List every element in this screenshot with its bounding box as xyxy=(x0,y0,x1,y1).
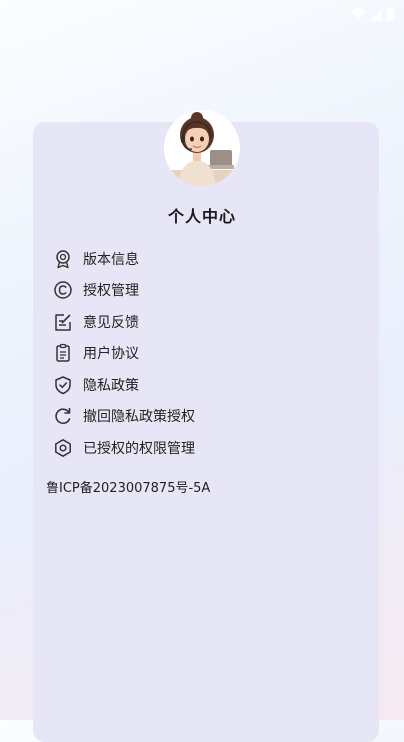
menu-item-label: 隐私政策 xyxy=(83,377,139,394)
menu-item-user-agreement[interactable]: 用户协议 xyxy=(53,338,195,370)
menu-item-privacy-policy[interactable]: 隐私政策 xyxy=(53,369,195,401)
signal-icon xyxy=(370,8,382,21)
settings-menu: 版本信息 授权管理 意见反馈 用户协议 隐私政策 撤回隐私政策授权 已授权的权限… xyxy=(53,243,195,464)
menu-item-permissions[interactable]: 已授权的权限管理 xyxy=(53,432,195,464)
menu-item-label: 用户协议 xyxy=(83,346,139,363)
menu-item-authorization[interactable]: 授权管理 xyxy=(53,275,195,307)
menu-item-label: 意见反馈 xyxy=(83,314,139,331)
menu-item-label: 版本信息 xyxy=(83,251,139,268)
status-icons xyxy=(350,8,394,21)
menu-item-revoke-privacy[interactable]: 撤回隐私政策授权 xyxy=(53,401,195,433)
clipboard-icon xyxy=(53,343,73,363)
copyright-icon xyxy=(53,280,73,300)
battery-icon xyxy=(386,8,394,21)
badge-icon xyxy=(53,249,73,269)
menu-item-label: 已授权的权限管理 xyxy=(83,440,195,457)
page-title: 个人中心 xyxy=(167,207,236,226)
settings-icon xyxy=(53,438,73,458)
menu-item-version-info[interactable]: 版本信息 xyxy=(53,243,195,275)
wifi-icon xyxy=(350,8,366,21)
refresh-icon xyxy=(53,406,73,426)
menu-item-feedback[interactable]: 意见反馈 xyxy=(53,306,195,338)
icp-record-link[interactable]: 鲁ICP备2023007875号-5A xyxy=(46,477,210,496)
menu-item-label: 撤回隐私政策授权 xyxy=(83,409,195,426)
status-bar xyxy=(0,0,404,28)
menu-item-label: 授权管理 xyxy=(83,283,139,300)
avatar xyxy=(164,110,240,186)
edit-note-icon xyxy=(53,312,73,332)
shield-check-icon xyxy=(53,375,73,395)
